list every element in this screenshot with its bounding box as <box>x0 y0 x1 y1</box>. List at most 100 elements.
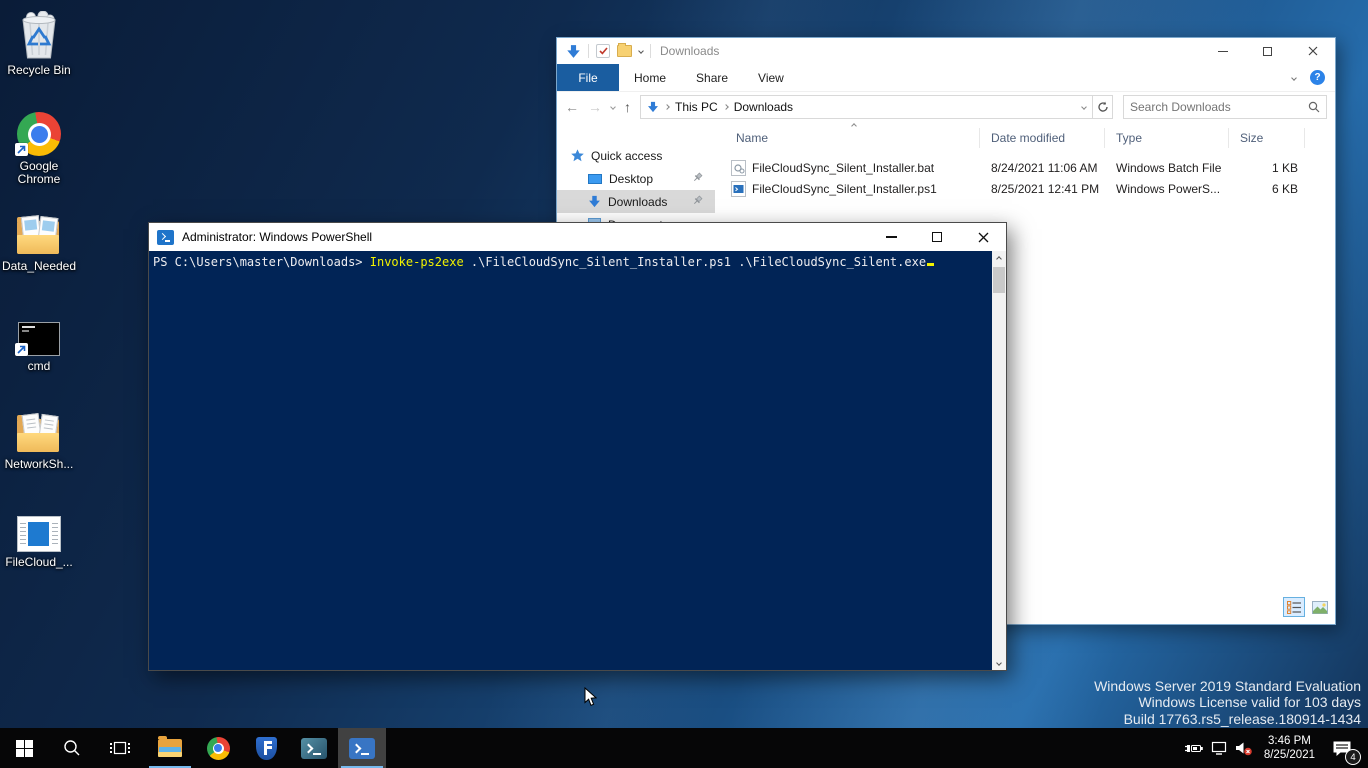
taskbar-powershell-active[interactable] <box>338 728 386 768</box>
volume-muted-icon[interactable] <box>1232 728 1257 768</box>
column-header-name[interactable]: Name <box>736 126 768 150</box>
desktop: Recycle Bin Google Chrome Data_Needed <box>0 0 1368 768</box>
file-date: 8/25/2021 12:41 PM <box>991 182 1116 196</box>
window-title: Administrator: Windows PowerShell <box>182 230 372 244</box>
taskbar-clock[interactable]: 3:46 PM 8/25/2021 <box>1257 734 1322 762</box>
windows-watermark: Windows Server 2019 Standard Evaluation … <box>1094 678 1361 728</box>
pin-icon <box>692 172 703 186</box>
explorer-titlebar[interactable]: Downloads <box>557 38 1335 64</box>
file-type: Windows Batch File <box>1116 161 1242 175</box>
file-row-bat[interactable]: FileCloudSync_Silent_Installer.bat 8/24/… <box>731 157 1335 178</box>
desktop-icon-networksh[interactable]: NetworkSh... <box>0 404 78 471</box>
desktop-icon-data-needed[interactable]: Data_Needed <box>0 206 78 273</box>
sidebar-item-quick-access[interactable]: Quick access <box>557 144 715 167</box>
forward-button[interactable]: → <box>588 100 602 114</box>
breadcrumb-this-pc[interactable]: This PC <box>675 100 718 114</box>
desktop-icon-chrome[interactable]: Google Chrome <box>0 106 78 186</box>
powershell-icon <box>301 738 327 759</box>
details-view-button[interactable] <box>1283 597 1305 617</box>
maximize-button[interactable] <box>1245 38 1290 64</box>
notification-badge: 4 <box>1345 749 1361 765</box>
window-title: Downloads <box>660 44 719 58</box>
new-folder-icon[interactable] <box>617 45 632 57</box>
qat-dropdown-icon[interactable] <box>638 48 644 54</box>
desktop-icon-filecloud[interactable]: FileCloud_... <box>0 502 78 569</box>
column-header-size[interactable]: Size <box>1240 126 1263 150</box>
console[interactable]: PS C:\Users\master\Downloads> Invoke-ps2… <box>149 251 1006 670</box>
taskbar-chrome[interactable] <box>194 728 242 768</box>
sidebar-item-downloads[interactable]: Downloads <box>557 190 715 213</box>
minimize-button[interactable] <box>1200 38 1245 64</box>
downloads-arrow-icon <box>647 101 659 113</box>
thumbnail-view-button[interactable] <box>1309 597 1331 617</box>
breadcrumb-downloads[interactable]: Downloads <box>734 100 793 114</box>
recycle-bin-icon <box>0 10 78 60</box>
downloads-arrow-icon <box>588 195 601 208</box>
sort-ascending-icon <box>851 123 857 129</box>
shield-icon <box>256 737 277 760</box>
search-input[interactable] <box>1124 100 1308 114</box>
desktop-icon-label: Recycle Bin <box>0 64 78 77</box>
desktop-icon-cmd[interactable]: cmd <box>0 306 78 373</box>
expand-ribbon-icon[interactable] <box>1291 75 1297 81</box>
column-header-type[interactable]: Type <box>1116 126 1142 150</box>
column-header-date[interactable]: Date modified <box>991 126 1065 150</box>
tab-share[interactable]: Share <box>681 64 743 91</box>
help-icon[interactable]: ? <box>1310 70 1325 85</box>
folder-images-icon <box>0 206 78 256</box>
clock-time: 3:46 PM <box>1264 734 1315 748</box>
star-icon <box>571 149 584 162</box>
pin-icon <box>692 195 703 209</box>
address-bar[interactable]: This PC Downloads <box>640 95 1093 119</box>
desktop-icon-label: cmd <box>0 360 78 373</box>
minimize-button[interactable] <box>868 223 914 251</box>
powershell-icon <box>157 230 174 245</box>
up-button[interactable]: ↑ <box>624 100 631 114</box>
console-line: PS C:\Users\master\Downloads> Invoke-ps2… <box>153 255 934 269</box>
refresh-button[interactable] <box>1093 95 1113 119</box>
taskbar-powershell-classic[interactable] <box>290 728 338 768</box>
start-button[interactable] <box>0 728 48 768</box>
desktop-icon-label: NetworkSh... <box>0 458 78 471</box>
tab-home[interactable]: Home <box>619 64 681 91</box>
desktop-icon-label: FileCloud_... <box>0 556 78 569</box>
quick-access-check-icon[interactable] <box>596 44 610 58</box>
close-button[interactable] <box>1290 38 1335 64</box>
desktop-icon-recycle-bin[interactable]: Recycle Bin <box>0 10 78 77</box>
downloads-arrow-icon <box>566 44 581 59</box>
network-icon[interactable] <box>1207 728 1232 768</box>
address-dropdown-icon[interactable] <box>1081 104 1087 110</box>
search-box[interactable] <box>1123 95 1327 119</box>
action-center-button[interactable]: 4 <box>1322 728 1362 768</box>
file-date: 8/24/2021 11:06 AM <box>991 161 1116 175</box>
tab-view[interactable]: View <box>743 64 799 91</box>
tab-file[interactable]: File <box>557 64 619 91</box>
shortcut-arrow-icon <box>15 143 28 156</box>
taskbar-filecloud-shield[interactable] <box>242 728 290 768</box>
file-row-ps1[interactable]: FileCloudSync_Silent_Installer.ps1 8/25/… <box>731 178 1335 199</box>
desktop-icon-label: Google Chrome <box>0 160 78 186</box>
search-icon <box>1308 101 1326 113</box>
scrollbar[interactable] <box>992 251 1006 670</box>
sidebar-item-desktop[interactable]: Desktop <box>557 167 715 190</box>
app-window-icon <box>0 502 78 552</box>
cmd-terminal-icon <box>0 306 78 356</box>
file-explorer-icon <box>158 739 182 757</box>
file-type: Windows PowerS... <box>1116 182 1242 196</box>
recent-locations-icon[interactable] <box>610 104 616 110</box>
scrollbar-thumb[interactable] <box>993 267 1005 293</box>
system-tray: 3:46 PM 8/25/2021 4 <box>1182 728 1368 768</box>
watermark-line: Windows License valid for 103 days <box>1094 694 1361 711</box>
console-cursor <box>927 263 934 266</box>
maximize-button[interactable] <box>914 223 960 251</box>
task-view-button[interactable] <box>96 728 144 768</box>
watermark-line: Windows Server 2019 Standard Evaluation <box>1094 678 1361 695</box>
power-icon[interactable] <box>1182 728 1207 768</box>
taskbar-search-button[interactable] <box>48 728 96 768</box>
taskbar-file-explorer[interactable] <box>146 728 194 768</box>
powershell-titlebar[interactable]: Administrator: Windows PowerShell <box>149 223 1006 251</box>
close-button[interactable] <box>960 223 1006 251</box>
address-toolbar: ← → ↑ This PC Downloads <box>557 91 1335 122</box>
shortcut-arrow-icon <box>15 343 28 356</box>
back-button[interactable]: ← <box>565 100 579 114</box>
